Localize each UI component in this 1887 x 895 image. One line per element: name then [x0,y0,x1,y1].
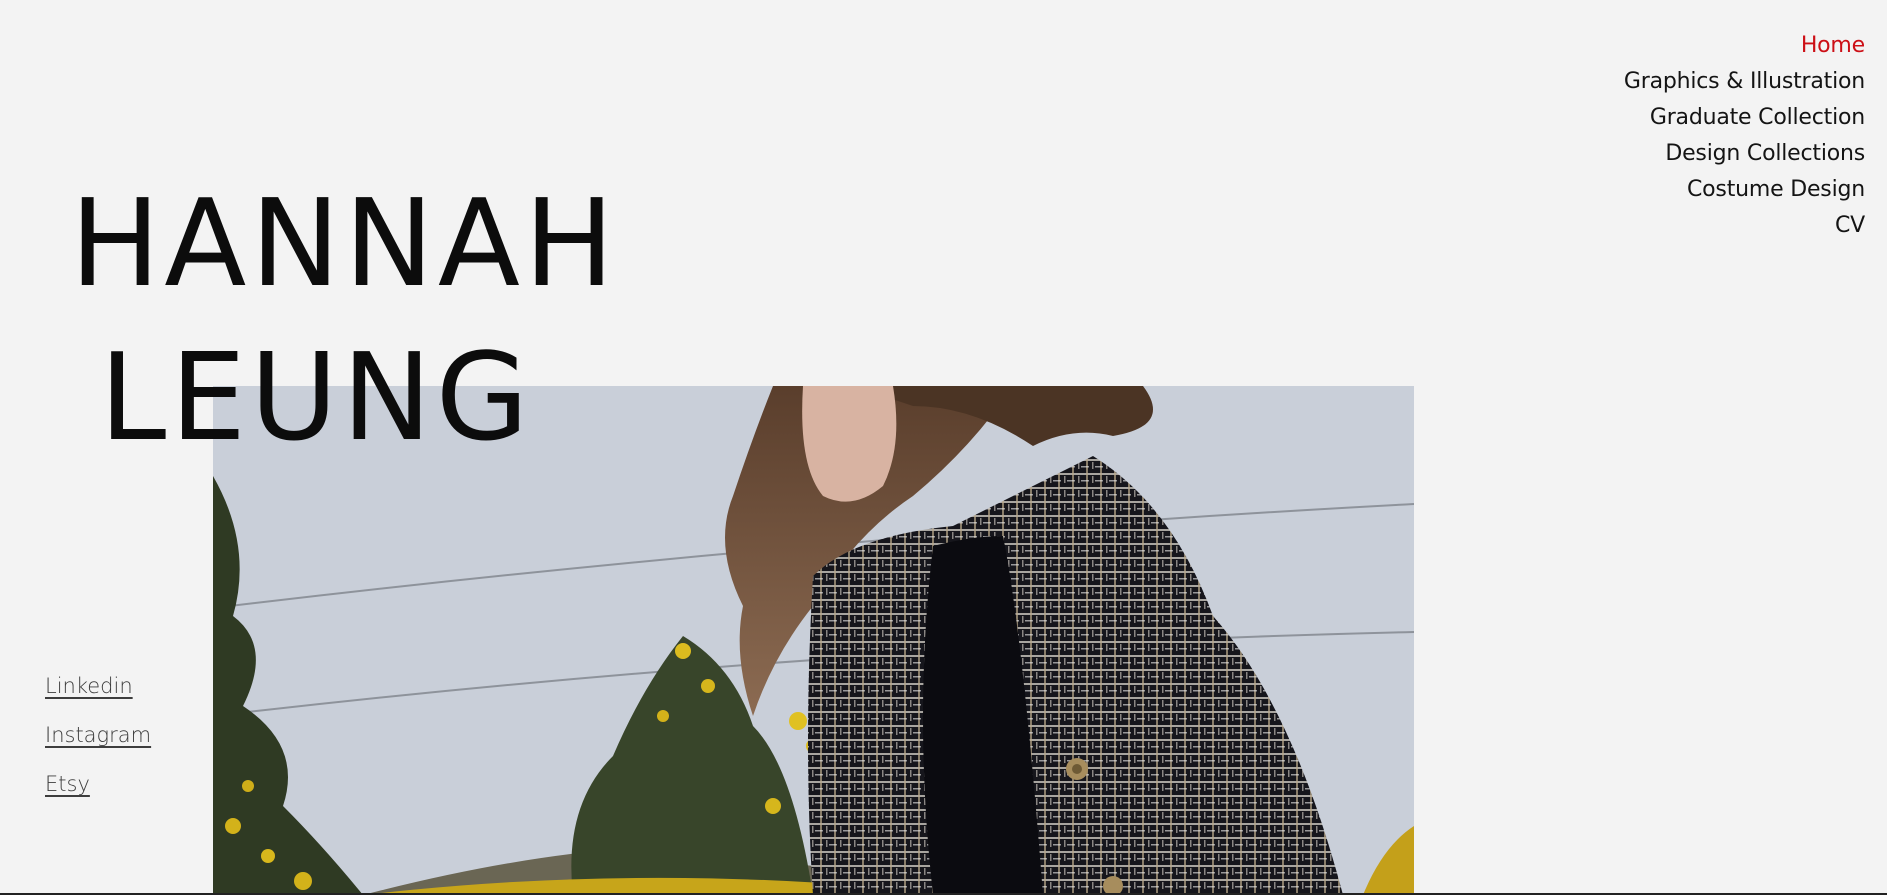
nav-item-cv[interactable]: CV [1624,208,1865,244]
site-title-first-name: HANNAH [70,175,619,314]
etsy-link[interactable]: Etsy [45,760,151,809]
site-title: HANNAH LEUNG [70,168,619,476]
nav-item-costume-design[interactable]: Costume Design [1624,172,1865,208]
site-title-last-name: LEUNG [99,329,533,468]
linkedin-link[interactable]: Linkedin [45,662,151,711]
nav-item-graduate-collection[interactable]: Graduate Collection [1624,100,1865,136]
social-links: Linkedin Instagram Etsy [45,662,151,809]
nav-item-home[interactable]: Home [1624,28,1865,64]
main-navigation: Home Graphics & Illustration Graduate Co… [1624,28,1865,244]
nav-item-graphics-illustration[interactable]: Graphics & Illustration [1624,64,1865,100]
nav-item-design-collections[interactable]: Design Collections [1624,136,1865,172]
instagram-link[interactable]: Instagram [45,711,151,760]
